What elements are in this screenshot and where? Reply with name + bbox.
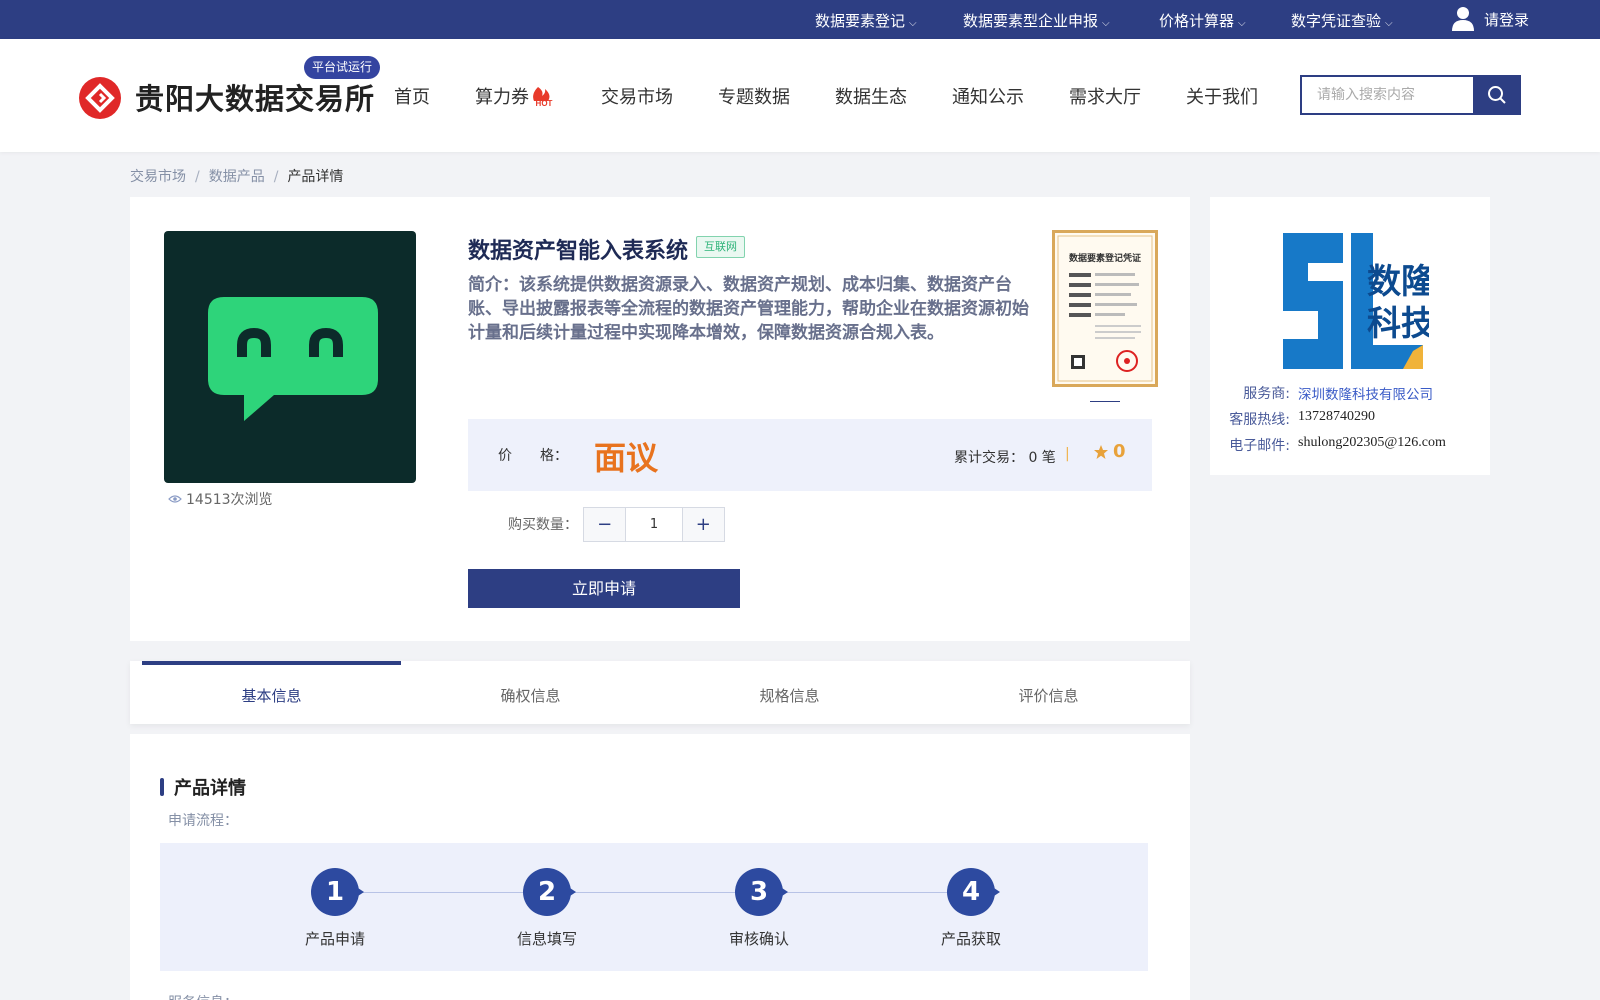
chat-bot-icon [208, 297, 378, 421]
view-count: 14513次浏览 [168, 489, 273, 509]
search-icon [1488, 86, 1506, 104]
flow-step: 3 审核确认 [699, 868, 819, 949]
topnav-certificate-check[interactable]: 数字凭证查验 ⌵ [1291, 10, 1393, 31]
decrease-button[interactable]: − [584, 508, 626, 541]
breadcrumb-current: 产品详情 [287, 169, 344, 185]
product-detail-section: 产品详情 申请流程： 1 产品申请 2 信息填写 3 审核确认 4 产品获取 服… [130, 734, 1190, 1000]
nav-about-us[interactable]: 关于我们 [1186, 83, 1258, 109]
flow-step: 4 产品获取 [911, 868, 1031, 949]
flow-step: 2 信息填写 [487, 868, 607, 949]
step-number: 1 [311, 868, 364, 916]
svg-text:数隆: 数隆 [1367, 262, 1429, 302]
step-label: 产品申请 [304, 930, 365, 948]
quantity-stepper: − 1 + [583, 507, 725, 542]
topnav-price-calculator[interactable]: 价格计算器 ⌵ [1159, 10, 1246, 31]
search-input[interactable] [1300, 75, 1473, 115]
section-title: 产品详情 [174, 778, 246, 799]
rating: 0 [1093, 441, 1126, 462]
provider-email: shulong202305@126.com [1298, 435, 1446, 450]
provider-name-link[interactable]: 深圳数隆科技有限公司 [1298, 383, 1433, 403]
top-bar: 数据要素登记 ⌵ 数据要素型企业申报 ⌵ 价格计算器 ⌵ 数字凭证查验 ⌵ 请登录 [0, 0, 1600, 39]
product-card: 14513次浏览 数据资产智能入表系统 互联网 简介：该系统提供数据资源录入、数… [130, 197, 1190, 641]
application-flow: 1 产品申请 2 信息填写 3 审核确认 4 产品获取 [160, 843, 1148, 971]
section-accent-bar [160, 778, 164, 796]
category-tag: 互联网 [696, 236, 745, 258]
cumulative-trades: 累计交易： 0 笔 [954, 450, 1056, 466]
step-number: 4 [947, 868, 1000, 916]
tab-review-info[interactable]: 评价信息 [919, 661, 1178, 724]
trial-badge: 平台试运行 [304, 56, 381, 79]
chevron-down-icon: ⌵ [1102, 18, 1110, 29]
product-title: 数据资产智能入表系统 [468, 239, 689, 264]
step-number: 2 [523, 868, 576, 916]
nav-compute-voucher[interactable]: 算力券 [475, 83, 529, 109]
tab-ownership-info[interactable]: 确权信息 [401, 661, 660, 724]
login-button[interactable]: 请登录 [1452, 6, 1529, 32]
nav-notices[interactable]: 通知公示 [952, 83, 1024, 109]
topnav-data-registration[interactable]: 数据要素登记 ⌵ [815, 10, 917, 31]
nav-trading-market[interactable]: 交易市场 [601, 83, 673, 109]
chevron-down-icon: ⌵ [1238, 18, 1246, 29]
provider-email-row: 电子邮件: shulong202305@126.com [1229, 435, 1446, 454]
search-button[interactable] [1473, 75, 1521, 115]
product-image [164, 231, 416, 483]
chevron-down-icon: ⌵ [1385, 18, 1393, 29]
topnav-enterprise-declaration[interactable]: 数据要素型企业申报 ⌵ [963, 10, 1110, 31]
quantity-value[interactable]: 1 [625, 508, 683, 541]
breadcrumb: 交易市场 / 数据产品 / 产品详情 [130, 169, 344, 185]
increase-button[interactable]: + [682, 508, 725, 541]
nav-home[interactable]: 首页 [394, 83, 430, 109]
step-label: 产品获取 [940, 930, 1001, 948]
search-box [1300, 75, 1521, 115]
svg-text:HOT: HOT [536, 99, 553, 107]
flow-step: 1 产品申请 [275, 868, 395, 949]
chevron-down-icon: ⌵ [909, 18, 917, 29]
quantity-label: 购买数量： [508, 517, 578, 533]
certificate-indicator [1090, 401, 1120, 402]
user-icon [1452, 7, 1474, 31]
site-name[interactable]: 贵阳大数据交易所 [135, 76, 375, 118]
registration-certificate[interactable]: 数据要素登记凭证 [1052, 230, 1158, 387]
star-icon [1094, 444, 1108, 459]
tab-basic-info[interactable]: 基本信息 [142, 661, 401, 724]
apply-now-button[interactable]: 立即申请 [468, 569, 740, 608]
eye-icon [168, 495, 182, 503]
detail-tabs: 基本信息 确权信息 规格信息 评价信息 [130, 661, 1190, 724]
provider-card: 数隆 科技 服务商: 深圳数隆科技有限公司 客服热线: 13728740290 … [1210, 197, 1490, 475]
divider: | [1065, 446, 1070, 462]
price-label: 价 格： [498, 448, 568, 464]
step-label: 审核确认 [728, 930, 789, 948]
svg-text:数据要素登记凭证: 数据要素登记凭证 [1069, 252, 1141, 264]
nav-data-ecosystem[interactable]: 数据生态 [835, 83, 907, 109]
breadcrumb-trading-market[interactable]: 交易市场 [130, 169, 186, 185]
flow-label: 申请流程： [168, 813, 238, 829]
certificate-thumbnail: 数据要素登记凭证 [1057, 235, 1153, 382]
site-logo-icon[interactable] [79, 77, 121, 119]
price-value: 面议 [594, 439, 659, 477]
nav-demand-hall[interactable]: 需求大厅 [1069, 83, 1141, 109]
provider-logo[interactable]: 数隆 科技 [1273, 223, 1429, 369]
step-number: 3 [735, 868, 788, 916]
svg-text:科技: 科技 [1367, 304, 1429, 344]
flow-connector [330, 892, 980, 893]
provider-hotline: 13728740290 [1298, 409, 1375, 424]
site-header: 贵阳大数据交易所 平台试运行 首页 算力券 交易市场 专题数据 数据生态 通知公… [0, 39, 1600, 152]
nav-topic-data[interactable]: 专题数据 [718, 83, 790, 109]
service-info-label: 服务信息： [168, 992, 238, 1000]
provider-hotline-row: 客服热线: 13728740290 [1229, 409, 1375, 428]
price-box: 价 格： 面议 累计交易： 0 笔 | 0 [468, 419, 1152, 491]
provider-name-row: 服务商: 深圳数隆科技有限公司 [1228, 383, 1433, 403]
product-intro: 简介：该系统提供数据资源录入、数据资产规划、成本归集、数据资产台账、导出披露报表… [468, 275, 1029, 343]
hot-icon: HOT [533, 87, 553, 107]
step-label: 信息填写 [516, 930, 577, 948]
breadcrumb-data-products[interactable]: 数据产品 [209, 169, 265, 185]
tab-spec-info[interactable]: 规格信息 [660, 661, 919, 724]
